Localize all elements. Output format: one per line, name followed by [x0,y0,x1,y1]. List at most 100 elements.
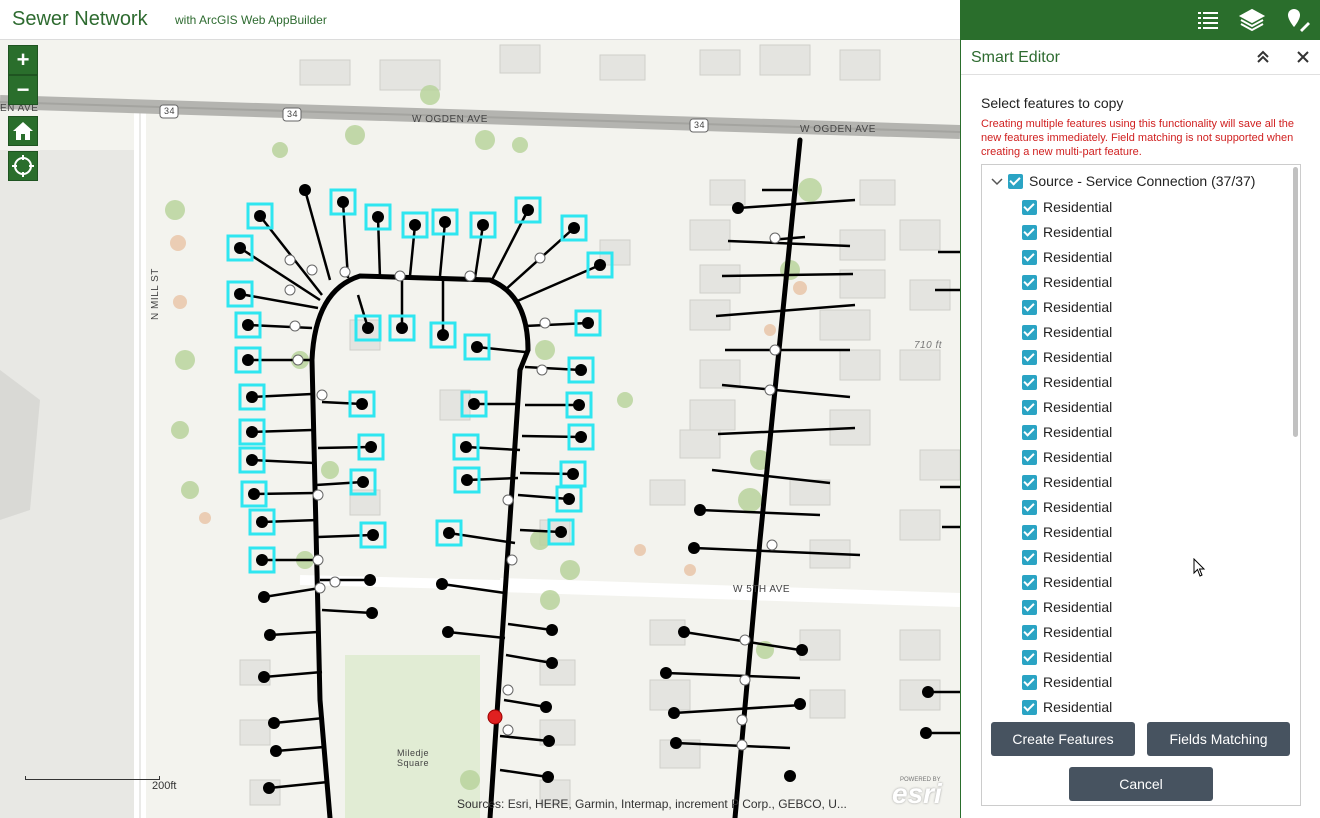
feature-item-label: Residential [1043,524,1113,540]
feature-checkbox[interactable] [1022,449,1037,465]
scale-label: 200ft [152,780,177,792]
feature-item[interactable]: Residential [1022,222,1112,242]
feature-item[interactable]: Residential [1022,397,1112,417]
feature-checkbox[interactable] [1022,699,1037,715]
cancel-button[interactable]: Cancel [1069,767,1213,801]
feature-checkbox[interactable] [1022,574,1037,590]
park-label: Miledje Square [397,748,430,768]
feature-checkbox[interactable] [1022,474,1037,490]
double-chevron-up-icon[interactable] [1255,49,1271,65]
feature-item-label: Residential [1043,399,1113,415]
home-button[interactable] [8,116,38,146]
map-view[interactable]: 34 34 34 EN AVE W OGDEN AVE W OGDEN AVE … [0,40,960,818]
route-shield: 34 [287,109,299,119]
fields-matching-button[interactable]: Fields Matching [1147,722,1290,756]
map-canvas [0,44,960,818]
group-checkbox[interactable] [1008,173,1023,189]
feature-list[interactable]: Source - Service Connection (37/37) Resi… [981,164,1301,806]
feature-item-label: Residential [1043,199,1113,215]
locate-icon [12,155,34,177]
feature-checkbox[interactable] [1022,349,1037,365]
mouse-cursor-icon [1193,558,1206,577]
feature-item[interactable]: Residential [1022,447,1112,467]
locate-button[interactable] [8,151,38,181]
feature-item-label: Residential [1043,374,1113,390]
feature-item-label: Residential [1043,474,1113,490]
close-icon[interactable] [1295,49,1311,65]
feature-checkbox[interactable] [1022,299,1037,315]
feature-checkbox[interactable] [1022,274,1037,290]
feature-checkbox[interactable] [1022,224,1037,240]
feature-checkbox[interactable] [1022,199,1037,215]
street-label-ogden-2: W OGDEN AVE [800,124,876,135]
route-shield: 34 [694,120,706,130]
feature-checkbox[interactable] [1022,374,1037,390]
feature-checkbox[interactable] [1022,524,1037,540]
feature-item-label: Residential [1043,249,1113,265]
feature-checkbox[interactable] [1022,649,1037,665]
edit-pin-icon[interactable] [1284,6,1312,34]
street-label-ogden: W OGDEN AVE [412,114,488,125]
feature-item[interactable]: Residential [1022,297,1112,317]
smart-editor-panel: Smart Editor Select features to copy Cre… [960,40,1320,818]
feature-checkbox[interactable] [1022,599,1037,615]
warning-message: Creating multiple features using this fu… [981,118,1295,158]
panel-title: Smart Editor [971,49,1060,66]
feature-item-label: Residential [1043,274,1113,290]
route-shield: 34 [164,106,176,116]
feature-checkbox[interactable] [1022,549,1037,565]
app-title: Sewer Network [12,8,148,30]
zoom-in-button[interactable]: + [8,45,38,75]
feature-checkbox[interactable] [1022,249,1037,265]
list-scrollbar[interactable] [1293,167,1298,437]
feature-item[interactable]: Residential [1022,672,1112,692]
feature-item[interactable]: Residential [1022,597,1112,617]
feature-checkbox[interactable] [1022,674,1037,690]
group-label: Source - Service Connection (37/37) [1029,173,1256,189]
feature-item-label: Residential [1043,224,1113,240]
panel-header: Smart Editor [961,40,1320,75]
feature-item[interactable]: Residential [1022,272,1112,292]
map-attribution[interactable]: Sources: Esri, HERE, Garmin, Intermap, i… [457,797,847,811]
street-label-mill: N MILL ST [150,268,161,320]
feature-item-label: Residential [1043,674,1113,690]
layers-icon[interactable] [1238,6,1266,34]
app-header: Sewer Network with ArcGIS Web AppBuilder [0,0,960,40]
create-features-button[interactable]: Create Features [991,722,1135,756]
chevron-down-icon[interactable] [990,174,1004,188]
source-group-row[interactable]: Source - Service Connection (37/37) [990,171,1255,191]
feature-item-label: Residential [1043,574,1113,590]
feature-item[interactable]: Residential [1022,322,1112,342]
feature-item[interactable]: Residential [1022,697,1112,717]
feature-item[interactable]: Residential [1022,372,1112,392]
feature-item[interactable]: Residential [1022,647,1112,667]
feature-item[interactable]: Residential [1022,622,1112,642]
feature-item[interactable]: Residential [1022,547,1112,567]
feature-item[interactable]: Residential [1022,422,1112,442]
section-title: Select features to copy [981,95,1124,111]
feature-checkbox[interactable] [1022,424,1037,440]
feature-item-label: Residential [1043,324,1113,340]
home-icon [13,122,33,140]
widget-toolbar [960,0,1320,40]
legend-list-icon[interactable] [1194,6,1222,34]
feature-item-label: Residential [1043,349,1113,365]
feature-checkbox[interactable] [1022,499,1037,515]
zoom-out-button[interactable]: − [8,75,38,105]
feature-item[interactable]: Residential [1022,472,1112,492]
feature-item[interactable]: Residential [1022,247,1112,267]
feature-checkbox[interactable] [1022,399,1037,415]
feature-checkbox[interactable] [1022,324,1037,340]
feature-item[interactable]: Residential [1022,497,1112,517]
feature-item-label: Residential [1043,449,1113,465]
feature-item-label: Residential [1043,649,1113,665]
feature-item[interactable]: Residential [1022,347,1112,367]
feature-item-label: Residential [1043,424,1113,440]
feature-item-label: Residential [1043,299,1113,315]
elevation-label: 710 ft [914,340,943,351]
feature-item[interactable]: Residential [1022,522,1112,542]
feature-checkbox[interactable] [1022,624,1037,640]
feature-item[interactable]: Residential [1022,197,1112,217]
feature-item[interactable]: Residential [1022,572,1112,592]
feature-item-label: Residential [1043,499,1113,515]
